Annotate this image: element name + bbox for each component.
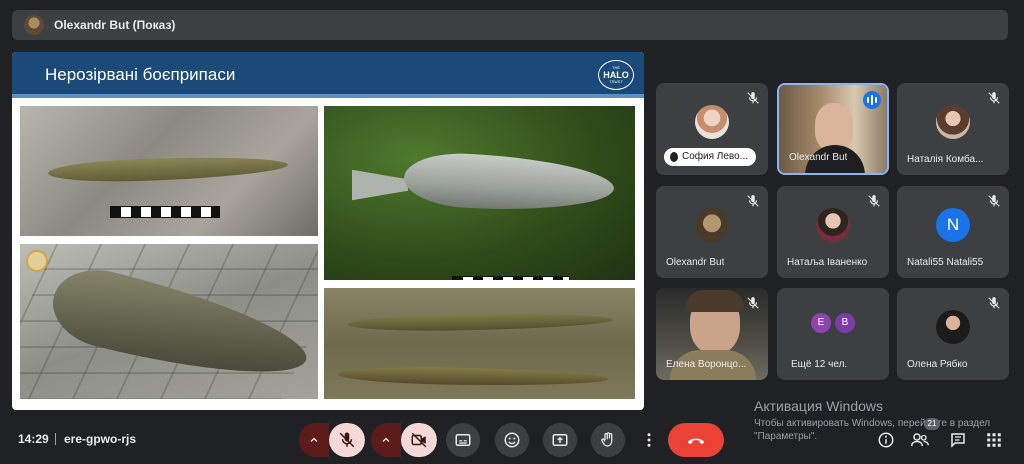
ordnance-shape [347,311,614,333]
participant-name: Олена Рябко [907,359,968,370]
presenter-avatar [24,15,44,35]
avatar [695,207,729,242]
slide-header: Нерозірвані боєприпаси THE HALO TRUST [12,52,644,98]
camera-off-icon [411,432,427,448]
participant-tile-active[interactable]: Olexandr But [777,83,889,175]
participant-name: Natali55 Natali55 [907,257,984,268]
mic-off-icon [747,195,759,207]
people-button[interactable] [910,430,930,450]
avatar [816,207,850,242]
end-call-icon [687,438,705,445]
raise-hand-icon [601,432,613,447]
camera-options-button[interactable] [371,423,401,457]
end-call-button[interactable] [668,423,724,457]
meeting-code: ere-gpwo-rjs [64,432,137,446]
more-options-button[interactable] [639,423,659,457]
more-icon [647,433,651,447]
mic-off-icon [988,195,1000,207]
ordnance-shape [47,153,289,185]
participant-tile[interactable]: Елена Воронцо... [656,288,768,380]
mic-off-icon [988,297,1000,309]
chevron-up-icon [310,437,318,442]
camera-toggle-button[interactable] [401,423,437,457]
mic-control [299,423,365,457]
participant-name: Наталія Комба... [907,154,984,165]
avatar-initial: B [835,312,855,333]
activities-button[interactable] [984,430,1004,450]
participant-tile[interactable]: N Natali55 Natali55 [897,186,1009,278]
mic-options-button[interactable] [299,423,329,457]
presenter-title: Olexandr But (Показ) [54,18,176,32]
camera-control [371,423,437,457]
captions-button[interactable] [446,423,480,457]
raise-hand-button[interactable] [591,423,625,457]
hair [686,290,744,312]
chat-icon [951,433,965,448]
present-icon [552,434,568,446]
participant-tile[interactable]: Olexandr But [656,186,768,278]
avatar [936,104,970,139]
participant-bubbles: E B [811,312,855,333]
slide-header-stripe [12,94,644,98]
participant-tile[interactable]: Натаља Іваненко [777,186,889,278]
participant-name-pill: София Лево... [664,148,757,166]
more-participants-tile[interactable]: E B Ещё 12 чел. [777,288,889,380]
emoji-icon [504,432,520,448]
participant-tile[interactable]: София Лево... [656,83,768,175]
participant-tile[interactable]: Наталія Комба... [897,83,1009,175]
activities-icon [987,433,1001,447]
participant-tile[interactable]: Олена Рябко [897,288,1009,380]
avatar [695,104,729,139]
participant-name: Елена Воронцо... [666,359,747,370]
mic-toggle-button[interactable] [329,423,365,457]
mic-off-icon [868,195,880,207]
meeting-details-button[interactable] [876,430,896,450]
photo-rpg-grenade-on-rubble [20,106,318,236]
avatar-initial: E [811,312,831,333]
emergency-service-emblem [26,250,48,272]
face [815,103,853,151]
speaking-indicator-icon [863,91,881,109]
participant-name: Натаља Іваненко [787,257,868,268]
divider [55,433,56,445]
reactions-button[interactable] [495,423,529,457]
avatar [936,309,970,344]
mortar-fins [352,169,408,201]
info-icon [878,432,894,448]
mic-off-icon [988,92,1000,104]
measurement-scale [452,276,570,280]
photo-mortar-in-grass [324,106,635,280]
people-icon [911,433,929,447]
avatar-initial: N [936,207,970,242]
photo-two-rockets-on-grass [324,288,635,399]
participants-count-badge: 21 [924,418,940,430]
presentation-stage: Нерозірвані боєприпаси THE HALO TRUST [12,52,644,410]
chevron-up-icon [382,437,390,442]
clock: 14:29 [18,432,49,446]
presenter-bar: Olexandr But (Показ) [12,10,1008,40]
ordnance-shape [402,150,616,216]
mic-off-icon [747,297,759,309]
measurement-scale [110,206,220,218]
mic-off-icon [747,92,759,104]
hand-icon [670,152,678,162]
slide-title: Нерозірвані боєприпаси [45,65,236,84]
captions-icon [455,434,471,446]
present-button[interactable] [543,423,577,457]
photo-shell-on-pavement [20,244,318,399]
more-participants-label: Ещё 12 чел. [791,359,848,370]
chat-button[interactable] [948,430,968,450]
participant-name: Olexandr But [666,257,725,268]
ordnance-shape [337,365,609,388]
halo-trust-logo: THE HALO TRUST [598,60,634,90]
participant-name: Olexandr But [789,152,848,163]
mic-off-icon [339,432,355,448]
